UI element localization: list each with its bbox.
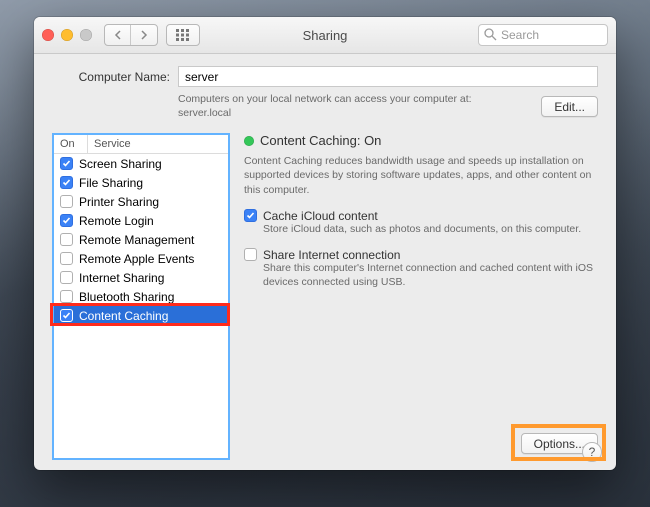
share-internet-sub: Share this computer's Internet connectio… [263, 262, 598, 289]
service-row-remote-login[interactable]: Remote Login [54, 211, 228, 230]
help-button[interactable]: ? [582, 442, 602, 462]
service-checkbox[interactable] [60, 309, 73, 322]
service-detail: Content Caching: On Content Caching redu… [244, 133, 598, 460]
share-internet-checkbox[interactable] [244, 248, 257, 261]
service-label: Internet Sharing [79, 271, 164, 285]
show-all-button[interactable] [166, 24, 200, 46]
service-label: Content Caching [79, 309, 168, 323]
service-label: File Sharing [79, 176, 143, 190]
service-list[interactable]: On Service Screen Sharing File Sharing Pri… [52, 133, 230, 460]
col-on-header: On [54, 135, 88, 153]
service-list-header: On Service [54, 135, 228, 154]
share-internet-label: Share Internet connection [263, 248, 598, 262]
zoom-icon[interactable] [80, 29, 92, 41]
status-title: Content Caching: On [260, 133, 381, 148]
service-checkbox[interactable] [60, 290, 73, 303]
service-row-content-caching[interactable]: Content Caching [54, 306, 228, 325]
search-icon [484, 28, 497, 41]
service-checkbox[interactable] [60, 195, 73, 208]
service-label: Screen Sharing [79, 157, 162, 171]
edit-button[interactable]: Edit... [541, 96, 598, 117]
computer-name-label: Computer Name: [52, 70, 170, 84]
titlebar: Sharing [34, 17, 616, 54]
search-input[interactable] [478, 24, 608, 46]
service-label: Bluetooth Sharing [79, 290, 174, 304]
check-icon [62, 216, 71, 225]
forward-button[interactable] [131, 25, 157, 45]
minimize-icon[interactable] [61, 29, 73, 41]
service-row-bluetooth-sharing[interactable]: Bluetooth Sharing [54, 287, 228, 306]
service-row-screen-sharing[interactable]: Screen Sharing [54, 154, 228, 173]
service-checkbox[interactable] [60, 271, 73, 284]
check-icon [62, 159, 71, 168]
check-icon [62, 178, 71, 187]
col-service-header: Service [88, 135, 228, 153]
cache-icloud-checkbox[interactable] [244, 209, 257, 222]
chevron-right-icon [140, 30, 148, 40]
preferences-window: Sharing Computer Name: Computers on your… [34, 17, 616, 470]
close-icon[interactable] [42, 29, 54, 41]
service-row-file-sharing[interactable]: File Sharing [54, 173, 228, 192]
grid-icon [176, 29, 190, 41]
service-checkbox[interactable] [60, 214, 73, 227]
service-checkbox[interactable] [60, 157, 73, 170]
traffic-lights [42, 29, 92, 41]
service-label: Remote Management [79, 233, 194, 247]
check-icon [62, 311, 71, 320]
service-row-printer-sharing[interactable]: Printer Sharing [54, 192, 228, 211]
service-label: Printer Sharing [79, 195, 159, 209]
check-icon [246, 211, 255, 220]
service-label: Remote Login [79, 214, 154, 228]
service-row-remote-management[interactable]: Remote Management [54, 230, 228, 249]
back-button[interactable] [105, 25, 131, 45]
cache-icloud-label: Cache iCloud content [263, 209, 581, 223]
service-row-remote-apple-events[interactable]: Remote Apple Events [54, 249, 228, 268]
service-row-internet-sharing[interactable]: Internet Sharing [54, 268, 228, 287]
service-description: Content Caching reduces bandwidth usage … [244, 154, 598, 197]
cache-icloud-sub: Store iCloud data, such as photos and do… [263, 223, 581, 237]
nav-back-forward[interactable] [104, 24, 158, 46]
computer-name-input[interactable] [178, 66, 598, 87]
service-checkbox[interactable] [60, 176, 73, 189]
service-label: Remote Apple Events [79, 252, 194, 266]
service-checkbox[interactable] [60, 233, 73, 246]
chevron-left-icon [114, 30, 122, 40]
service-checkbox[interactable] [60, 252, 73, 265]
status-indicator-icon [244, 136, 254, 146]
